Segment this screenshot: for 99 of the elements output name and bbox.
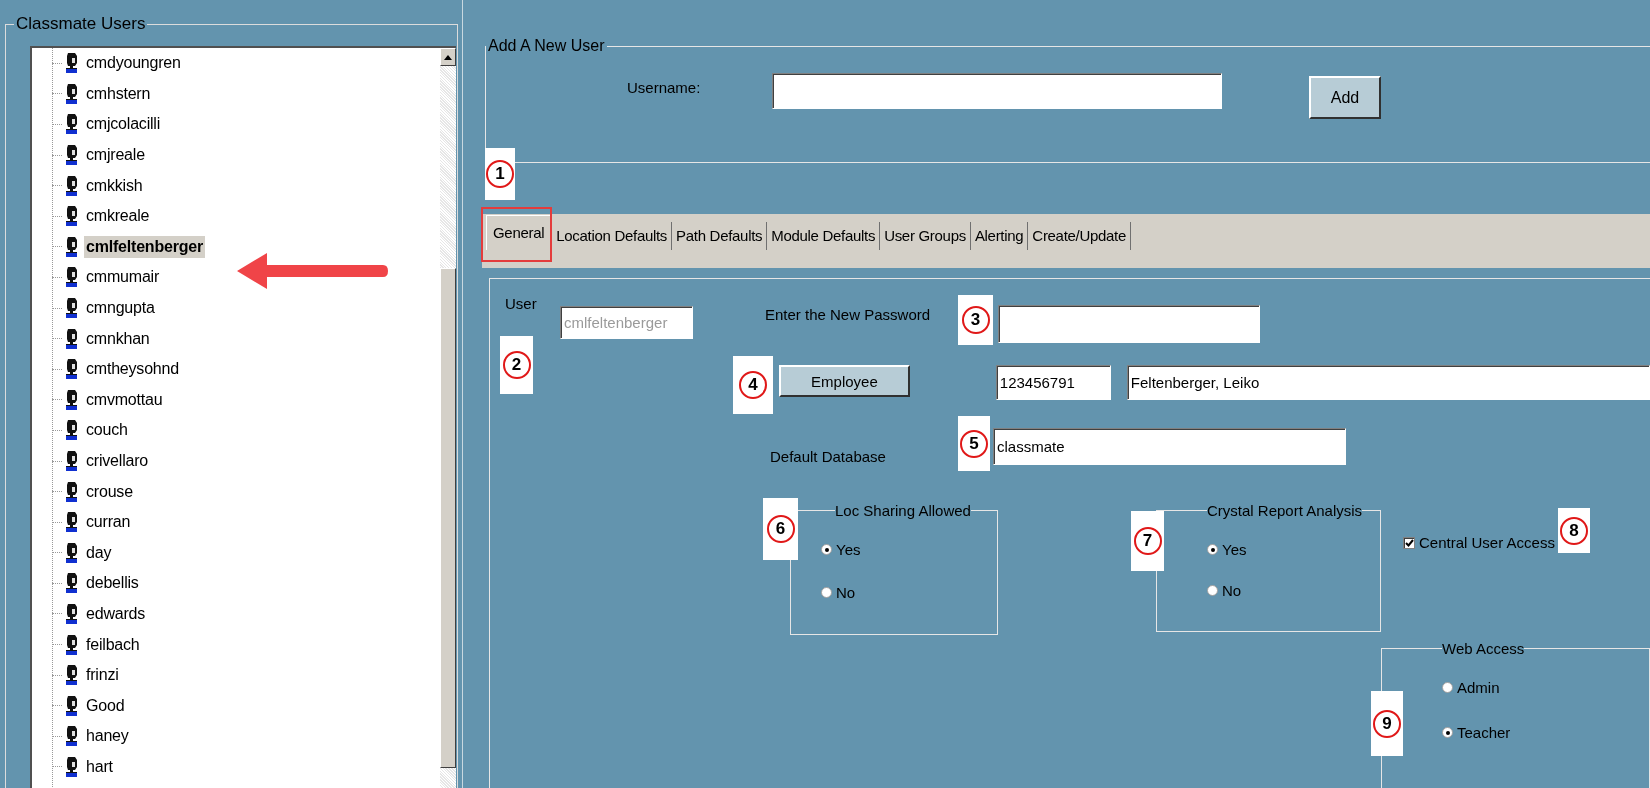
user-icon <box>64 480 80 503</box>
database-field[interactable]: classmate <box>993 428 1346 465</box>
user-item[interactable]: crivellaro <box>84 450 151 472</box>
tab[interactable]: General <box>486 215 553 250</box>
user-icon <box>64 725 80 748</box>
user-item[interactable]: frinzi <box>84 664 121 687</box>
user-item[interactable]: cmvmottau <box>84 388 165 411</box>
user-item[interactable]: haney <box>84 725 131 748</box>
user-item[interactable]: crouse <box>84 480 135 503</box>
callout-marker: 3 <box>958 295 993 345</box>
user-icon <box>64 664 80 687</box>
employee-name-field[interactable]: Feltenberger, Leiko <box>1126 365 1650 400</box>
user-item[interactable]: cmnkhan <box>84 327 152 350</box>
group-title: Web Access <box>1442 640 1525 657</box>
highlight-frame <box>481 207 552 262</box>
tab[interactable]: Module Defaults <box>767 222 881 250</box>
user-icon <box>64 235 80 258</box>
password-field[interactable] <box>998 305 1260 343</box>
radio-label: Teacher <box>1457 724 1511 741</box>
user-icon <box>64 450 80 472</box>
user-icon <box>64 388 80 411</box>
callout-marker: 1 <box>485 148 515 200</box>
radio-label: Yes <box>836 541 861 558</box>
callout-marker: 4 <box>733 356 773 414</box>
user-icon <box>64 327 80 350</box>
radio-button[interactable] <box>1207 585 1218 596</box>
user-icon <box>64 633 80 656</box>
employee-id-field[interactable]: 123456791 <box>995 365 1111 400</box>
user-item[interactable]: cmkkish <box>84 174 145 197</box>
user-item[interactable]: Good <box>84 694 127 717</box>
user-icon <box>64 297 80 320</box>
callout-marker: 6 <box>763 498 798 560</box>
group-title: Crystal Report Analysis <box>1207 502 1363 519</box>
radio-button[interactable] <box>1442 682 1453 693</box>
user-item[interactable]: cmlfeltenberger <box>84 235 206 258</box>
user-icon <box>64 572 80 595</box>
user-icon <box>64 266 80 289</box>
radio-button[interactable] <box>821 544 832 555</box>
user-icon <box>64 603 80 625</box>
panel-title: Classmate Users <box>15 14 147 34</box>
radio-label: Admin <box>1457 679 1500 696</box>
checkbox-label: Central User Access <box>1419 534 1555 551</box>
user-item[interactable]: hart <box>84 755 115 778</box>
add-button[interactable]: Add <box>1309 76 1381 119</box>
user-icon <box>64 419 80 442</box>
employee-button[interactable]: Employee <box>779 365 910 397</box>
tab[interactable]: Path Defaults <box>672 222 768 250</box>
scroll-thumb[interactable] <box>440 268 456 768</box>
user-item[interactable]: cmngupta <box>84 297 157 320</box>
scroll-up-button[interactable] <box>440 48 456 66</box>
user-item[interactable]: couch <box>84 419 130 442</box>
callout-marker: 7 <box>1131 511 1164 571</box>
scrollbar[interactable] <box>440 48 456 788</box>
user-icon <box>64 694 80 717</box>
user-icon <box>64 174 80 197</box>
radio-button[interactable] <box>1442 727 1453 738</box>
field-label: User <box>505 295 538 312</box>
field-label: Username: <box>627 79 702 96</box>
user-item[interactable]: feilbach <box>84 633 142 656</box>
user-item[interactable]: cmtheysohnd <box>84 358 181 381</box>
group-title: Add A New User <box>487 37 606 55</box>
user-item[interactable]: day <box>84 541 114 564</box>
user-icon <box>64 113 80 136</box>
user-item[interactable]: cmkreale <box>84 205 152 228</box>
user-icon <box>64 205 80 228</box>
up-arrow-icon <box>444 54 452 60</box>
user-item[interactable]: cmjcolacilli <box>84 113 163 136</box>
user-icon <box>64 52 80 75</box>
callout-marker: 8 <box>1558 508 1590 553</box>
user-icon <box>64 144 80 167</box>
group-title: Loc Sharing Allowed <box>835 502 971 519</box>
radio-label: No <box>1222 582 1242 599</box>
username-field[interactable] <box>772 73 1222 109</box>
radio-button[interactable] <box>1207 544 1218 555</box>
user-icon <box>64 82 80 105</box>
user-icon <box>64 511 80 534</box>
user-item[interactable]: debellis <box>84 572 141 595</box>
radio-label: No <box>836 584 856 601</box>
user-item[interactable]: cmjreale <box>84 144 147 167</box>
tab[interactable]: User Groups <box>880 222 971 250</box>
user-icon <box>64 358 80 381</box>
user-item[interactable]: cmdyoungren <box>84 52 183 75</box>
user-item[interactable]: curran <box>84 511 133 534</box>
user-icon <box>64 541 80 564</box>
user-item[interactable]: cmmumair <box>84 266 162 289</box>
radio-button[interactable] <box>821 587 832 598</box>
tab[interactable]: Location Defaults <box>552 222 673 250</box>
user-item[interactable]: edwards <box>84 603 148 625</box>
user-item[interactable]: cmhstern <box>84 82 153 105</box>
field-label: Enter the New Password <box>765 306 931 323</box>
callout-marker: 2 <box>500 336 533 394</box>
user-icon <box>64 755 80 778</box>
callout-marker: 5 <box>958 416 990 471</box>
tab[interactable]: Create/Update <box>1028 222 1131 250</box>
checkbox[interactable] <box>1403 536 1415 549</box>
tab[interactable]: Alerting <box>970 222 1029 250</box>
field-label: Default Database <box>770 448 887 465</box>
radio-label: Yes <box>1222 541 1247 558</box>
callout-marker: 9 <box>1371 691 1403 756</box>
